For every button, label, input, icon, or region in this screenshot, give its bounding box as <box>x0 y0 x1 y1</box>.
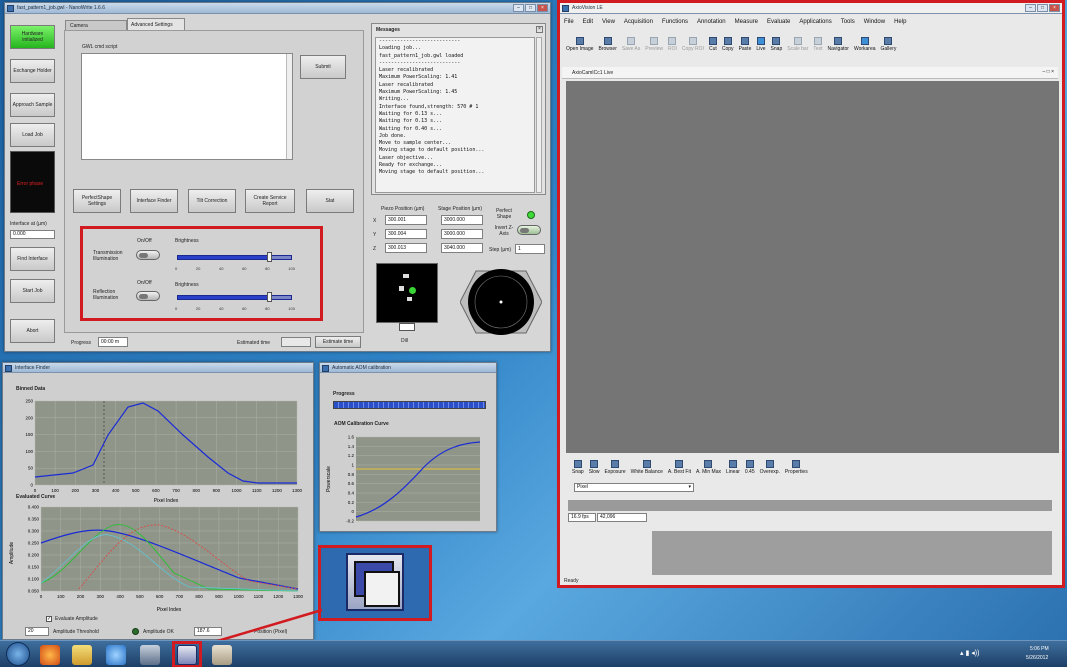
taskbar: ▴ ▮ ◂)) 5:06 PM 5/26/2012 <box>0 640 1067 667</box>
explorer-folder-icon[interactable] <box>72 645 92 665</box>
clock-date: 5/26/2012 <box>1026 655 1049 661</box>
firefox-icon[interactable] <box>40 645 60 665</box>
callout-connector <box>203 608 323 647</box>
clock-time: 5:06 PM <box>1030 646 1049 652</box>
tool-icon[interactable] <box>212 645 232 665</box>
tray-icons[interactable]: ▴ ▮ ◂)) <box>960 650 979 657</box>
taskbar-icon-highlight <box>172 641 202 667</box>
internet-explorer-icon[interactable] <box>106 645 126 665</box>
nanowrite-pen-icon[interactable] <box>140 645 160 665</box>
system-tray: ▴ ▮ ◂)) <box>960 649 1000 659</box>
start-button[interactable] <box>6 642 30 666</box>
